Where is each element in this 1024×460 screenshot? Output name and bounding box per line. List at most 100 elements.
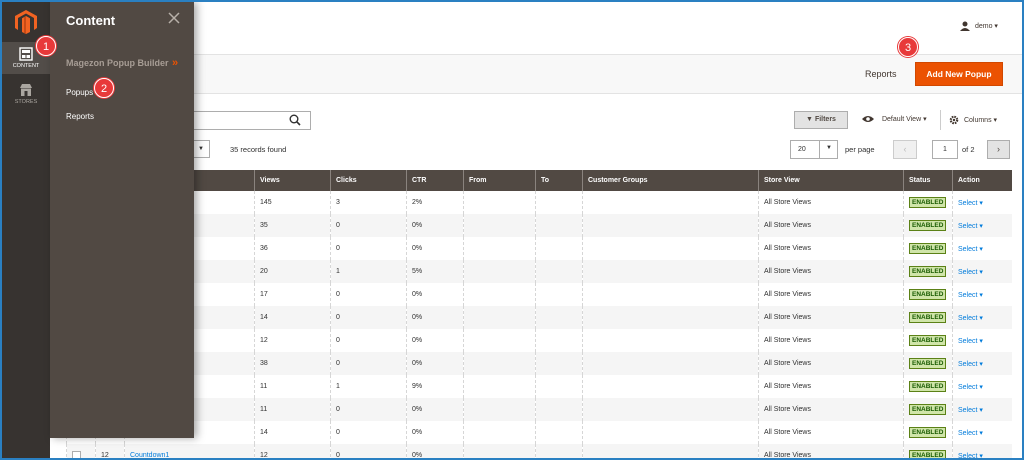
row-clicks: 1 xyxy=(330,375,407,398)
table-row: 145 3 2% All Store Views ENABLED Select xyxy=(66,191,1012,214)
columns-label: Columns xyxy=(963,116,992,124)
records-found: 35 records found xyxy=(230,145,287,154)
row-store-view: All Store Views xyxy=(758,398,904,421)
row-status: ENABLED xyxy=(903,191,953,214)
row-from xyxy=(463,214,536,237)
row-from xyxy=(463,260,536,283)
select-action-dropdown[interactable]: Select xyxy=(958,246,983,253)
column-header[interactable]: From xyxy=(463,170,536,191)
row-ctr: 9% xyxy=(406,375,464,398)
table-row: 38 0 0% All Store Views ENABLED Select xyxy=(66,352,1012,375)
previous-page-button[interactable]: ‹ xyxy=(893,140,917,159)
chevron-down-icon: ▾ xyxy=(923,116,927,123)
select-action-dropdown[interactable]: Select xyxy=(958,453,983,459)
row-views: 12 xyxy=(254,329,331,352)
row-action: Select xyxy=(952,283,1012,306)
default-view-dropdown[interactable]: Default View ▾ xyxy=(862,115,927,123)
mass-action-dropdown[interactable]: ▼ xyxy=(192,140,210,158)
row-customer-groups xyxy=(582,421,759,444)
status-badge: ENABLED xyxy=(909,243,947,254)
row-from xyxy=(463,398,536,421)
column-header[interactable]: Clicks xyxy=(330,170,407,191)
table-row: 20 1 5% All Store Views ENABLED Select xyxy=(66,260,1012,283)
row-store-view: All Store Views xyxy=(758,191,904,214)
user-menu[interactable]: demo ▾ xyxy=(960,21,998,31)
row-views: 36 xyxy=(254,237,331,260)
row-from xyxy=(463,352,536,375)
row-status: ENABLED xyxy=(903,398,953,421)
nav-item-content-label: CONTENT xyxy=(12,63,40,69)
row-status: ENABLED xyxy=(903,237,953,260)
status-badge: ENABLED xyxy=(909,335,947,346)
popup-name-link[interactable]: Countdown1 xyxy=(130,452,169,458)
row-store-view: All Store Views xyxy=(758,375,904,398)
filters-label: Filters xyxy=(814,116,836,123)
row-action: Select xyxy=(952,375,1012,398)
flyout-link-reports[interactable]: Reports xyxy=(66,112,94,121)
reports-button[interactable]: Reports xyxy=(865,69,897,79)
filters-button[interactable]: ▼ Filters xyxy=(794,111,848,129)
select-action-dropdown[interactable]: Select xyxy=(958,200,983,207)
row-ctr: 0% xyxy=(406,214,464,237)
row-to xyxy=(535,444,583,458)
popups-grid: Views Clicks CTR From To Customer Groups Store… xyxy=(66,170,1012,459)
row-customer-groups xyxy=(582,191,759,214)
row-to xyxy=(535,260,583,283)
column-header[interactable]: Store View xyxy=(758,170,904,191)
user-name: demo xyxy=(974,22,993,30)
flyout-group-magezon-popup-builder: Magezon Popup Builder xyxy=(66,58,169,68)
row-store-view: All Store Views xyxy=(758,444,904,458)
nav-item-stores-label: STORES xyxy=(14,99,38,105)
column-header[interactable]: To xyxy=(535,170,583,191)
row-ctr: 5% xyxy=(406,260,464,283)
row-action: Select xyxy=(952,444,1012,459)
flyout-link-popups[interactable]: Popups xyxy=(66,88,93,97)
select-action-dropdown[interactable]: Select xyxy=(958,315,983,322)
status-badge: ENABLED xyxy=(909,404,947,415)
row-from xyxy=(463,191,536,214)
nav-item-stores[interactable]: STORES xyxy=(2,78,50,110)
select-action-dropdown[interactable]: Select xyxy=(958,338,983,345)
row-views: 14 xyxy=(254,306,331,329)
column-header[interactable]: Views xyxy=(254,170,331,191)
double-chevron-right-icon: » xyxy=(172,57,179,69)
row-clicks: 3 xyxy=(330,191,407,214)
status-badge: ENABLED xyxy=(909,289,947,300)
row-checkbox[interactable] xyxy=(72,451,81,458)
chevron-down-icon[interactable]: ▼ xyxy=(819,140,838,159)
magento-logo-icon[interactable] xyxy=(15,10,37,34)
search-icon[interactable] xyxy=(289,114,301,126)
row-ctr: 0% xyxy=(406,329,464,352)
row-clicks: 0 xyxy=(330,352,407,375)
row-action: Select xyxy=(952,237,1012,260)
column-header[interactable]: CTR xyxy=(406,170,464,191)
row-to xyxy=(535,237,583,260)
table-row: 14 0 0% All Store Views ENABLED Select xyxy=(66,421,1012,444)
row-store-view: All Store Views xyxy=(758,260,904,283)
table-row: 14 0 0% All Store Views ENABLED Select xyxy=(66,306,1012,329)
row-from xyxy=(463,237,536,260)
select-action-dropdown[interactable]: Select xyxy=(958,407,983,414)
add-new-popup-button[interactable]: Add New Popup xyxy=(915,62,1003,86)
select-action-dropdown[interactable]: Select xyxy=(958,292,983,299)
column-header[interactable]: Customer Groups xyxy=(582,170,759,191)
row-ctr: 0% xyxy=(406,306,464,329)
row-customer-groups xyxy=(582,398,759,421)
column-header[interactable]: Action xyxy=(952,170,1012,191)
select-action-dropdown[interactable]: Select xyxy=(958,384,983,391)
page-number-input[interactable]: 1 xyxy=(932,140,958,159)
table-row: 12 0 0% All Store Views ENABLED Select xyxy=(66,329,1012,352)
columns-dropdown[interactable]: Columns ▾ xyxy=(949,115,997,125)
row-customer-groups xyxy=(582,214,759,237)
select-action-dropdown[interactable]: Select xyxy=(958,361,983,368)
chevron-down-icon: ▾ xyxy=(994,22,998,30)
row-from xyxy=(463,444,536,458)
close-icon[interactable] xyxy=(167,11,181,25)
select-action-dropdown[interactable]: Select xyxy=(958,223,983,230)
column-header[interactable]: Status xyxy=(903,170,953,191)
select-action-dropdown[interactable]: Select xyxy=(958,430,983,437)
store-icon xyxy=(20,84,32,96)
select-action-dropdown[interactable]: Select xyxy=(958,269,983,276)
next-page-button[interactable]: › xyxy=(987,140,1010,159)
chevron-down-icon: ▾ xyxy=(993,116,998,124)
